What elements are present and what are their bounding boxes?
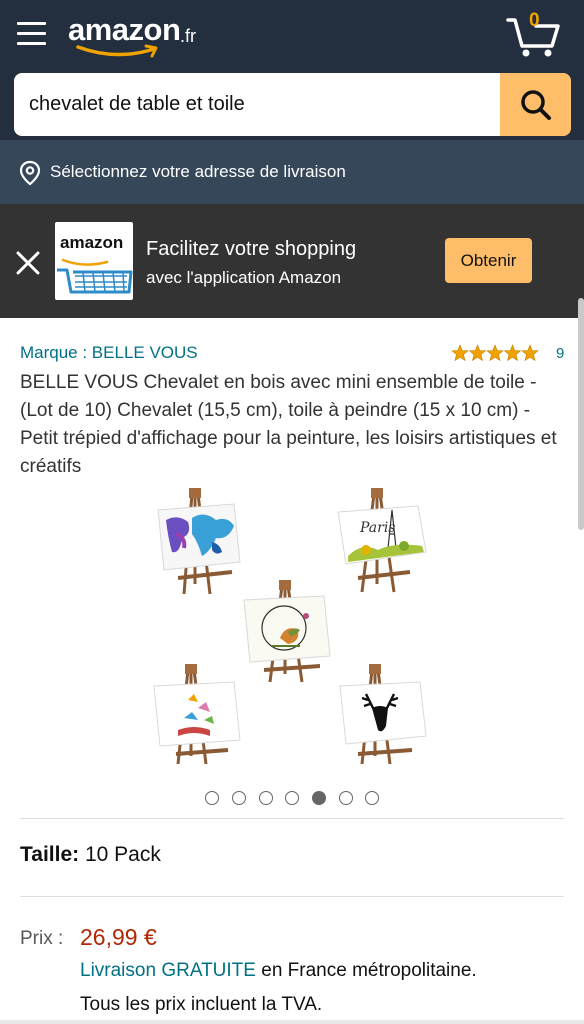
product-title: BELLE VOUS Chevalet en bois avec mini en… [20, 372, 557, 477]
price-value: 26,99 € [80, 924, 157, 950]
canvas-bird [243, 580, 331, 683]
size-value: 10 Pack [84, 843, 161, 866]
canvas-deer [339, 664, 427, 765]
brand-link[interactable]: Marque : BELLE VOUS [20, 343, 198, 363]
carousel-dot[interactable] [365, 791, 379, 805]
banner-title: Facilitez votre shopping [146, 238, 357, 260]
delivery-address-label: Sélectionnez votre adresse de livraison [50, 162, 346, 181]
search-input[interactable] [14, 73, 500, 136]
logo-smile-icon [76, 44, 158, 58]
carousel-dot[interactable] [205, 791, 219, 805]
app-icon-word: amazon [60, 233, 124, 252]
carousel-dot-active[interactable] [312, 791, 326, 805]
delivery-address-bar[interactable]: Sélectionnez votre adresse de livraison [0, 140, 584, 204]
free-delivery-link[interactable]: Livraison GRATUITE [80, 960, 256, 981]
top-header: amazon .fr 0 [0, 0, 584, 140]
carousel-dot[interactable] [339, 791, 353, 805]
canvas-world-map [157, 488, 241, 595]
shopping-cart-icon[interactable]: 0 [506, 10, 562, 58]
divider [20, 896, 564, 897]
banner-subtitle: avec l'application Amazon [146, 268, 342, 287]
scrollbar[interactable] [578, 298, 584, 530]
image-carousel-dots [205, 789, 385, 807]
app-cart-graphic [57, 258, 133, 294]
app-promo-banner: amazon Facilitez votre shopping avec l'a… [0, 204, 584, 318]
shipping-region: en France métropolitaine. [255, 960, 477, 981]
rating-stars-icon[interactable] [451, 344, 539, 362]
carousel-dot[interactable] [259, 791, 273, 805]
canvas-books [153, 664, 241, 765]
get-app-button[interactable]: Obtenir [445, 238, 532, 283]
carousel-dot[interactable] [232, 791, 246, 805]
search-icon [521, 90, 551, 120]
product-image[interactable]: Paris [140, 484, 444, 774]
amazon-logo[interactable]: amazon .fr [68, 12, 228, 60]
logo-text: amazon [68, 12, 181, 47]
size-label: Taille: [20, 843, 80, 866]
product-page: amazon .fr 0 chevalet de table et toile … [0, 0, 584, 1024]
carousel-dot[interactable] [285, 791, 299, 805]
price-label: Prix : [20, 928, 64, 949]
logo-tld: .fr [180, 26, 196, 46]
tax-note: Tous les prix incluent la TVA. [80, 994, 323, 1015]
size-selection: Taille: 10 Pack [20, 843, 161, 867]
close-icon[interactable] [14, 249, 42, 277]
hamburger-menu-icon[interactable] [14, 18, 50, 50]
shipping-info: Livraison GRATUITE en France métropolita… [80, 960, 477, 982]
cart-count: 0 [529, 10, 540, 31]
search-bar [14, 73, 571, 136]
canvas-paris: Paris [337, 488, 427, 593]
amazon-app-icon: amazon [55, 222, 133, 300]
bottom-edge [0, 1020, 584, 1024]
rating-count[interactable]: 9 [556, 345, 564, 362]
divider [20, 818, 564, 819]
search-button[interactable] [500, 73, 571, 136]
location-pin-icon [19, 160, 41, 186]
